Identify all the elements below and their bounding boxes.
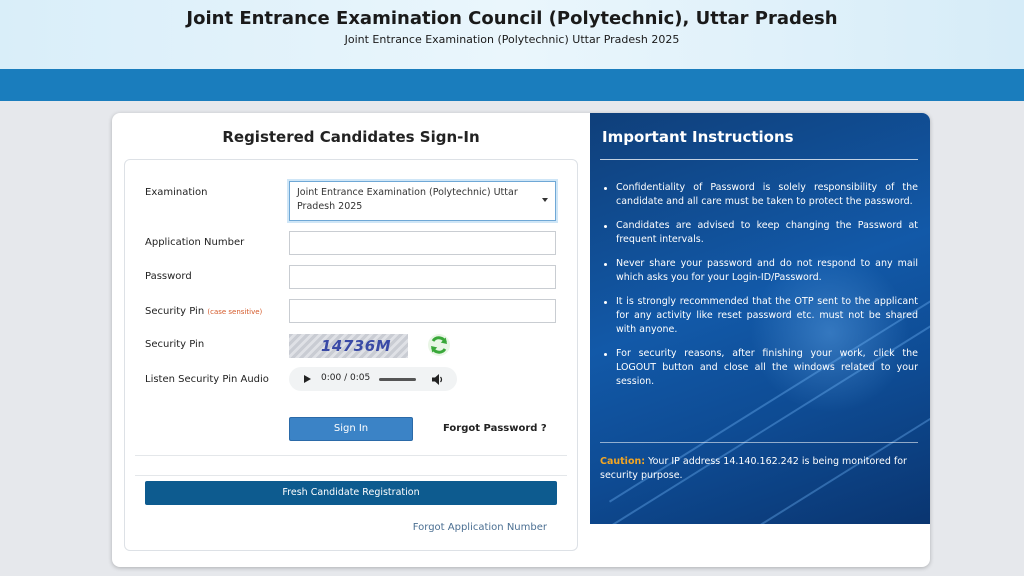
form-divider	[135, 455, 567, 456]
forgot-application-number-link[interactable]: Forgot Application Number	[413, 522, 547, 533]
application-number-label: Application Number	[145, 237, 245, 248]
audio-time: 0:00 / 0:05	[321, 373, 371, 383]
fresh-registration-button[interactable]: Fresh Candidate Registration	[145, 481, 557, 505]
play-icon[interactable]	[304, 375, 311, 383]
signin-heading: Registered Candidates Sign-In	[222, 128, 480, 146]
password-input[interactable]	[289, 265, 556, 289]
examination-selected-value: Joint Entrance Examination (Polytechnic)…	[297, 187, 518, 212]
audio-progress-track[interactable]	[379, 378, 416, 381]
security-pin-input-label: Security Pin (case sensitive)	[145, 306, 262, 317]
signin-card: Registered Candidates Sign-In Examinatio…	[112, 113, 930, 567]
signin-form: Examination Joint Entrance Examination (…	[124, 159, 578, 551]
signin-panel: Registered Candidates Sign-In Examinatio…	[112, 113, 590, 567]
application-number-input[interactable]	[289, 231, 556, 255]
security-pin-label-text: Security Pin	[145, 306, 205, 317]
instruction-item: Never share your password and do not res…	[602, 257, 918, 285]
security-pin-image-label: Security Pin	[145, 339, 205, 350]
volume-icon[interactable]	[432, 374, 444, 385]
instructions-list: Confidentiality of Password is solely re…	[602, 181, 918, 399]
instruction-item: It is strongly recommended that the OTP …	[602, 295, 918, 337]
instruction-item: Confidentiality of Password is solely re…	[602, 181, 918, 209]
header-band	[0, 69, 1024, 101]
caution-label: Caution:	[600, 456, 646, 467]
instruction-item: For security reasons, after finishing yo…	[602, 347, 918, 389]
captcha-text: 14736M	[321, 337, 392, 355]
signin-button[interactable]: Sign In	[289, 417, 413, 441]
examination-select[interactable]: Joint Entrance Examination (Polytechnic)…	[289, 181, 556, 221]
chevron-down-icon	[542, 198, 548, 202]
form-divider-2	[135, 475, 567, 476]
refresh-icon[interactable]	[427, 333, 451, 357]
site-subtitle: Joint Entrance Examination (Polytechnic)…	[344, 33, 680, 46]
instructions-title: Important Instructions	[602, 128, 794, 146]
audio-label: Listen Security Pin Audio	[145, 374, 269, 385]
instruction-item: Candidates are advised to keep changing …	[602, 219, 918, 247]
security-pin-input[interactable]	[289, 299, 556, 323]
instructions-rule	[600, 159, 918, 160]
captcha-image: 14736M	[289, 334, 408, 358]
instructions-panel: Important Instructions Confidentiality o…	[590, 113, 930, 524]
examination-label: Examination	[145, 187, 208, 198]
caution-text: Your IP address 14.140.162.242 is being …	[600, 456, 907, 481]
site-header: Joint Entrance Examination Council (Poly…	[0, 0, 1024, 69]
case-sensitive-hint: (case sensitive)	[207, 308, 263, 316]
forgot-password-link[interactable]: Forgot Password ?	[443, 423, 547, 434]
audio-player[interactable]: 0:00 / 0:05	[289, 367, 457, 391]
password-label: Password	[145, 271, 192, 282]
site-title: Joint Entrance Examination Council (Poly…	[186, 8, 838, 29]
caution-rule	[600, 442, 918, 443]
caution-notice: Caution: Your IP address 14.140.162.242 …	[600, 455, 926, 483]
